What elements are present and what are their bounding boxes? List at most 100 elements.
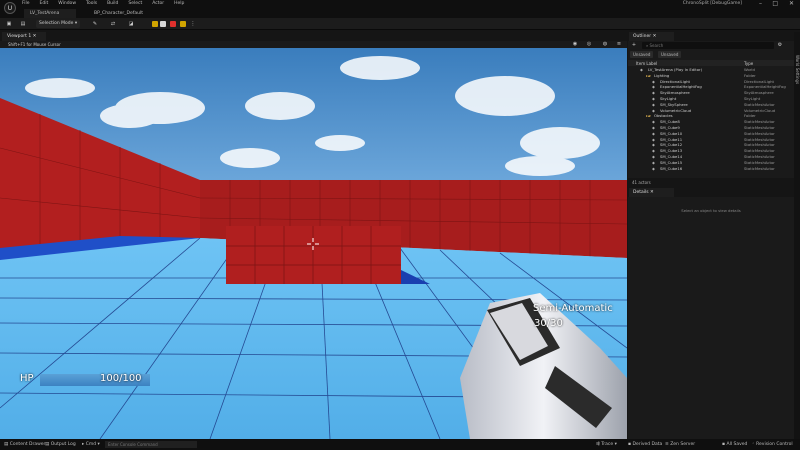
add-filter-icon[interactable]: + <box>631 42 637 48</box>
content-drawer-button[interactable]: ▤ Content Drawer <box>4 442 45 447</box>
outliner-row-label: SM_Cube13 <box>660 148 683 154</box>
unreal-logo-icon[interactable]: U <box>4 2 16 14</box>
filter-unsaved-button[interactable]: Unsaved <box>630 51 654 58</box>
blueprint-menu-icon[interactable]: ✎ <box>92 21 98 27</box>
stop-icon[interactable] <box>170 21 176 27</box>
outliner-row[interactable]: ◆ ExponentialHeightFog ExponentialHeightFo… <box>628 84 794 89</box>
folder-icon: ▸▰ <box>646 72 651 78</box>
menu-actor[interactable]: Actor <box>152 1 164 6</box>
outliner-row[interactable]: ◆ SkyLight SkyLight <box>628 96 794 101</box>
settings-icon[interactable]: ⋮ <box>190 21 196 27</box>
cinematics-icon[interactable]: ⇄ <box>110 21 116 27</box>
search-placeholder: Search <box>649 43 664 48</box>
viewport-menu-icon[interactable]: ≡ <box>616 41 622 47</box>
col-item-label[interactable]: Item Label <box>636 61 657 66</box>
camera-icon[interactable]: ◎ <box>586 41 592 47</box>
outliner-row-type: StaticMeshActor <box>744 136 775 142</box>
hp-value: 100/100 <box>100 373 142 384</box>
col-type[interactable]: Type <box>744 61 753 66</box>
outliner-row[interactable]: ◆ SM_Cube11 StaticMeshActor <box>628 137 794 142</box>
filter-icon[interactable]: ⚙ <box>777 42 783 48</box>
menu-window[interactable]: Window <box>58 1 76 6</box>
tab-outliner[interactable]: Outliner ✕ <box>629 32 674 41</box>
trace-button[interactable]: ⇶ Trace ▾ <box>596 442 617 447</box>
actor-icon: ◆ <box>652 96 655 101</box>
menu-tools[interactable]: Tools <box>86 1 97 6</box>
menu-select[interactable]: Select <box>128 1 142 6</box>
outliner-row-type: World <box>744 67 755 72</box>
menu-edit[interactable]: Edit <box>40 1 49 6</box>
tab-blueprint[interactable]: BP_Character_Default <box>88 9 150 18</box>
outliner-row[interactable]: ◆ SM_Cube12 StaticMeshActor <box>628 142 794 147</box>
tab-level[interactable]: LV_TestArena <box>24 9 76 18</box>
tab-viewport[interactable]: Viewport 1 ✕ <box>2 32 46 41</box>
outliner-row[interactable]: ◆ SM_Cube10 StaticMeshActor <box>628 131 794 136</box>
outliner-row-type: Folder <box>744 113 756 119</box>
actor-icon: ◆ <box>652 130 655 136</box>
add-actor-icon[interactable]: ◪ <box>128 21 134 27</box>
content-icon[interactable]: ▤ <box>20 21 26 27</box>
actor-icon: ◆ <box>652 101 655 107</box>
outliner-row-type: ExponentialHeightFog <box>744 84 786 90</box>
show-flags-icon[interactable]: ◍ <box>602 41 608 47</box>
console-command-input[interactable]: Enter Console Command <box>105 441 197 448</box>
actor-icon: ◆ <box>640 67 643 72</box>
selection-mode-dropdown[interactable]: Selection Mode ▾ <box>36 20 81 28</box>
outliner-column-header[interactable]: Item Label Type <box>628 60 794 66</box>
outliner-search-input[interactable]: ⌕ Search <box>642 42 774 49</box>
actor-icon: ◆ <box>652 154 655 159</box>
outliner-row[interactable]: ◆ SM_Cube15 StaticMeshActor <box>628 160 794 165</box>
pause-icon[interactable] <box>152 21 158 27</box>
outliner-row-type: StaticMeshActor <box>744 154 775 159</box>
status-bar: ▤ Content Drawer ▤ Output Log ▸ Cmd ▾ En… <box>0 439 800 450</box>
outliner-row[interactable]: ◆ SM_Cube16 StaticMeshActor <box>628 166 794 171</box>
derived-data-button[interactable]: ▪ Derived Data <box>628 442 662 447</box>
maximize-icon[interactable]: □ <box>772 0 778 7</box>
outliner-row[interactable]: ▸▰ Obstacles Folder <box>628 113 794 118</box>
outliner-row[interactable]: ◆ SM_Cube13 StaticMeshActor <box>628 148 794 153</box>
filter-label: Unsaved <box>661 52 679 57</box>
cmd-dropdown[interactable]: ▸ Cmd ▾ <box>82 442 100 447</box>
outliner-row-type: VolumetricCloud <box>744 107 776 113</box>
outliner-tab-label: Outliner <box>633 34 652 39</box>
revision-control-button[interactable]: ◦ Revision Control <box>752 442 793 447</box>
close-icon[interactable]: ✕ <box>789 0 794 7</box>
outliner-row[interactable]: ◆ VolumetricCloud VolumetricCloud <box>628 108 794 113</box>
tab-details[interactable]: Details ✕ <box>629 188 674 197</box>
realtime-icon[interactable]: ◉ <box>572 41 578 47</box>
crosshair-icon <box>307 238 319 250</box>
menu-bar: U File Edit Window Tools Build Select Actor Hel… <box>0 0 800 14</box>
menu-help[interactable]: Help <box>174 1 184 6</box>
menu-file[interactable]: File <box>22 1 30 6</box>
outliner-row-label: Lighting <box>654 72 670 78</box>
outliner-row[interactable]: ◆ SM_Cube9 StaticMeshActor <box>628 125 794 130</box>
outliner-row-label: SM_Cube15 <box>660 159 683 165</box>
outliner-row-type: StaticMeshActor <box>744 148 775 154</box>
save-icon[interactable]: ▣ <box>6 21 12 27</box>
outliner-row-label: SM_Cube12 <box>660 142 683 148</box>
actor-icon: ◆ <box>652 78 655 84</box>
outliner-row-type: StaticMeshActor <box>744 130 775 136</box>
zen-server-button[interactable]: ≡ Zen Server <box>665 442 695 447</box>
outliner-row[interactable]: ◆ LV_TestArena (Play In Editor) World <box>628 67 794 72</box>
world-settings-tab[interactable]: World Settings <box>794 55 800 84</box>
outliner-row[interactable]: ◆ SkyAtmosphere SkyAtmosphere <box>628 90 794 95</box>
minimize-icon[interactable]: – <box>759 0 762 7</box>
outliner-row[interactable]: ◆ SM_Cube14 StaticMeshActor <box>628 154 794 159</box>
game-viewport[interactable]: HP 100/100 Semi-Automatic 30/30 <box>0 48 627 439</box>
outliner-row[interactable]: ◆ SM_Cube8 StaticMeshActor <box>628 119 794 124</box>
menu-build[interactable]: Build <box>107 1 118 6</box>
outliner-row[interactable]: ◆ SM_SkySphere StaticMeshActor <box>628 102 794 107</box>
outliner-row-label: SkyAtmosphere <box>660 90 690 96</box>
outliner-row-label: SM_Cube14 <box>660 154 683 159</box>
eject-icon[interactable] <box>180 21 186 27</box>
skip-frame-icon[interactable] <box>160 21 166 27</box>
outliner-row[interactable]: ◆ DirectionalLight DirectionalLight <box>628 79 794 84</box>
mouse-cursor-hint: Shift+F1 for Mouse Cursor <box>8 42 61 47</box>
outliner-row-label: LV_TestArena (Play In Editor) <box>648 67 703 72</box>
content-drawer-label: Content Drawer <box>9 442 46 447</box>
output-log-button[interactable]: ▤ Output Log <box>45 442 76 447</box>
filter-unsaved-button-2[interactable]: Unsaved <box>658 51 682 58</box>
all-saved-button[interactable]: ▪ All Saved <box>722 442 747 447</box>
outliner-row[interactable]: ▸▰ Lighting Folder <box>628 73 794 78</box>
